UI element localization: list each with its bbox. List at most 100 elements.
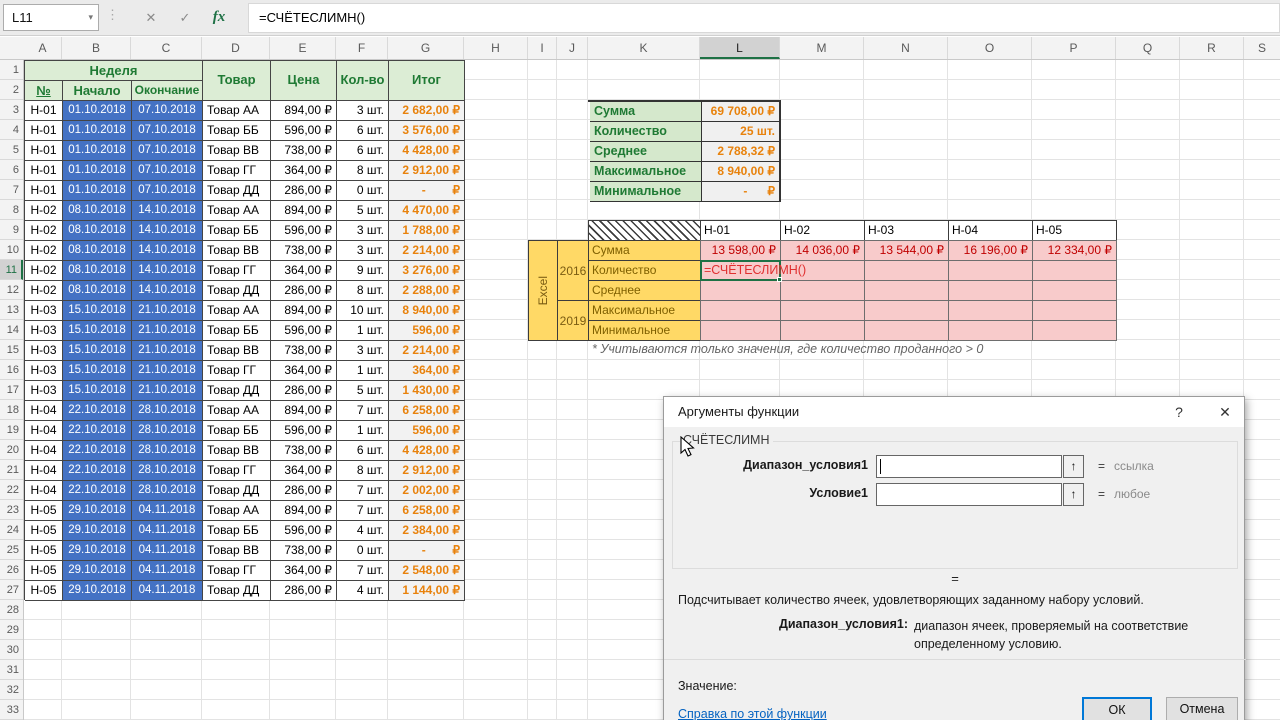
cell[interactable]: 8 шт. [337,161,389,181]
cell[interactable]: 07.10.2018 [132,181,203,201]
name-box-dropdown-icon[interactable]: ▾ [88,5,93,30]
cell[interactable]: 6 258,00 ₽ [389,501,465,521]
collapse-dialog-icon[interactable]: ↑ [1063,483,1084,506]
row-header-13[interactable]: 13 [0,300,23,320]
row-header-12[interactable]: 12 [0,280,23,300]
cell[interactable]: 0 шт. [337,541,389,561]
cell[interactable]: Товар ГГ [203,361,271,381]
cell[interactable]: 738,00 ₽ [271,341,337,361]
row-header-8[interactable]: 8 [0,200,23,220]
column-header-N[interactable]: N [864,37,948,59]
cell[interactable]: Товар ББ [203,421,271,441]
cell[interactable]: Н-05 [25,541,63,561]
cell[interactable]: 15.10.2018 [63,321,132,341]
cell[interactable]: Товар ВВ [203,441,271,461]
cell[interactable]: 364,00 ₽ [271,261,337,281]
row-header-6[interactable]: 6 [0,160,23,180]
row-header-23[interactable]: 23 [0,500,23,520]
row-header-7[interactable]: 7 [0,180,23,200]
cell[interactable]: Н-02 [25,201,63,221]
cell[interactable]: 4 шт. [337,581,389,601]
row-header-22[interactable]: 22 [0,480,23,500]
row-header-30[interactable]: 30 [0,640,23,660]
cell[interactable]: Товар ВВ [203,141,271,161]
column-header-C[interactable]: C [131,37,202,59]
cell[interactable]: 738,00 ₽ [271,241,337,261]
confirm-entry-button[interactable]: ✓ [170,4,200,31]
cell[interactable]: Товар ББ [203,221,271,241]
column-header-A[interactable]: A [24,37,62,59]
cell[interactable]: 08.10.2018 [63,281,132,301]
week-header-Н-02[interactable]: Н-02 [780,220,865,241]
row-header-14[interactable]: 14 [0,320,23,340]
ok-button[interactable]: ОК [1082,697,1152,720]
cell[interactable]: 596,00 ₽ [271,421,337,441]
cell[interactable]: Н-03 [25,321,63,341]
cell[interactable]: Н-03 [25,301,63,321]
cell[interactable]: 3 шт. [337,101,389,121]
row-header-21[interactable]: 21 [0,460,23,480]
cell[interactable]: 596,00 ₽ [271,221,337,241]
cell[interactable]: 8 шт. [337,281,389,301]
cell[interactable]: 5 шт. [337,381,389,401]
cell[interactable]: Товар ВВ [203,541,271,561]
row-header-10[interactable]: 10 [0,240,23,260]
cell[interactable]: Н-04 [25,481,63,501]
cell[interactable]: 14.10.2018 [132,281,203,301]
pivot-cell[interactable] [700,280,781,301]
pivot-cell[interactable] [1032,320,1117,341]
column-header-G[interactable]: G [388,37,464,59]
cell[interactable]: 04.11.2018 [132,581,203,601]
cell[interactable]: Н-05 [25,501,63,521]
cell[interactable]: 7 шт. [337,481,389,501]
column-header-P[interactable]: P [1032,37,1116,59]
cell[interactable]: Товар АА [203,501,271,521]
cell[interactable]: 07.10.2018 [132,141,203,161]
active-cell-L11[interactable]: =СЧЁТЕСЛИМН() [700,260,781,281]
row-header-2[interactable]: 2 [0,80,23,100]
header-qty[interactable]: Кол-во [337,61,389,101]
cell[interactable]: 7 шт. [337,401,389,421]
function-help-link[interactable]: Справка по этой функции [678,707,827,720]
dialog-titlebar[interactable]: Аргументы функции ? ✕ [664,397,1244,427]
column-header-L[interactable]: L [700,37,780,59]
cell[interactable]: 28.10.2018 [132,421,203,441]
cell[interactable]: - ₽ [389,181,465,201]
cell[interactable]: 29.10.2018 [63,561,132,581]
cell[interactable]: 894,00 ₽ [271,401,337,421]
argument-input-1[interactable] [876,455,1062,478]
row-header-19[interactable]: 19 [0,420,23,440]
column-header-Q[interactable]: Q [1116,37,1180,59]
cell[interactable]: 3 276,00 ₽ [389,261,465,281]
cell[interactable]: 6 шт. [337,121,389,141]
cell[interactable]: 29.10.2018 [63,581,132,601]
header-product[interactable]: Товар [203,61,271,101]
pivot-cell[interactable] [948,260,1033,281]
cell[interactable]: Товар АА [203,301,271,321]
cell[interactable]: 14.10.2018 [132,221,203,241]
header-start[interactable]: Начало [63,81,132,101]
column-header-O[interactable]: O [948,37,1032,59]
cell[interactable]: Н-05 [25,521,63,541]
column-header-M[interactable]: M [780,37,864,59]
name-box[interactable]: L11 ▾ [3,4,99,31]
cell[interactable]: Н-01 [25,141,63,161]
cell[interactable]: 596,00 ₽ [271,521,337,541]
summary-label[interactable]: Сумма [590,102,702,122]
cell[interactable]: 08.10.2018 [63,201,132,221]
row-header-26[interactable]: 26 [0,560,23,580]
pivot-cell[interactable] [700,300,781,321]
cell[interactable]: Н-02 [25,281,63,301]
cell[interactable]: Н-04 [25,401,63,421]
cell[interactable]: 28.10.2018 [132,481,203,501]
row-header-3[interactable]: 3 [0,100,23,120]
cell[interactable]: 14.10.2018 [132,241,203,261]
cell[interactable]: Товар ВВ [203,341,271,361]
row-header-29[interactable]: 29 [0,620,23,640]
cell[interactable]: 0 шт. [337,181,389,201]
cell[interactable]: 21.10.2018 [132,321,203,341]
pivot-cell[interactable] [864,300,949,321]
cell[interactable]: Товар ГГ [203,461,271,481]
cell[interactable]: 29.10.2018 [63,521,132,541]
cell[interactable]: 28.10.2018 [132,401,203,421]
